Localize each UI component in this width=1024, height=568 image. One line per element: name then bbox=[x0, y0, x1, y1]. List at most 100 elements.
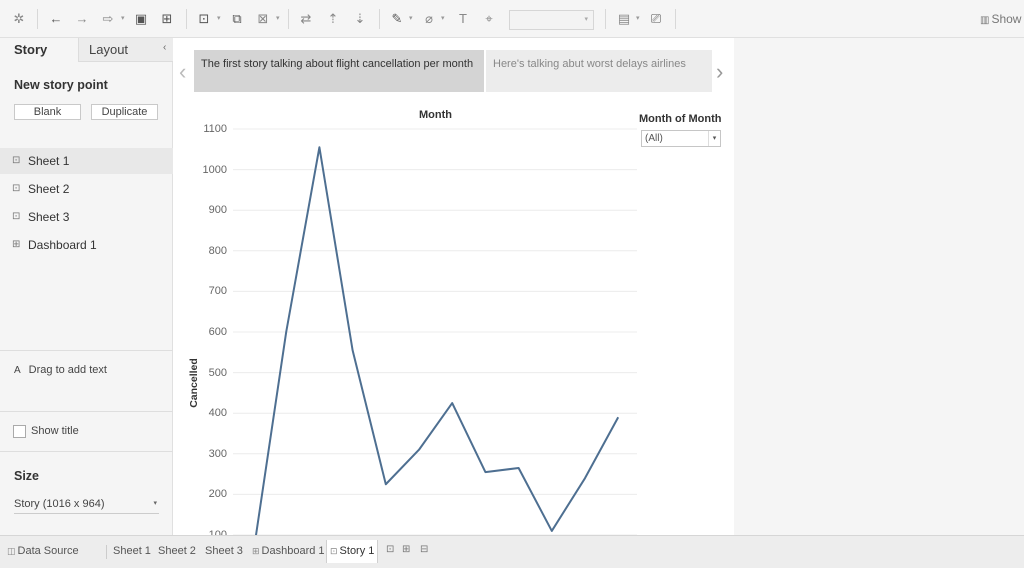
chevron-down-icon: ▾ bbox=[708, 131, 720, 146]
save-icon[interactable]: ▣ bbox=[133, 10, 149, 28]
sheet-item-label: Sheet 1 bbox=[28, 154, 70, 168]
filter-value: (All) bbox=[645, 133, 663, 144]
data-point[interactable] bbox=[316, 144, 322, 150]
data-point[interactable] bbox=[615, 414, 621, 420]
sort-ascending-icon[interactable]: ⇡ bbox=[325, 10, 341, 28]
blank-button[interactable]: Blank bbox=[14, 104, 81, 120]
data-point[interactable] bbox=[350, 347, 356, 353]
dashboard-icon: ⊞ bbox=[252, 546, 260, 556]
new-worksheet-icon[interactable]: ⊡ bbox=[196, 10, 212, 28]
text-object-icon: A bbox=[14, 365, 21, 376]
chevron-down-icon[interactable]: ▾ bbox=[276, 10, 280, 28]
sheet-item-label: Sheet 2 bbox=[28, 182, 70, 196]
clear-sheet-icon[interactable]: ⊠ bbox=[255, 10, 271, 28]
sheet-item-dashboard-1[interactable]: ⊞ Dashboard 1 bbox=[0, 232, 173, 258]
show-me-label: Show bbox=[991, 12, 1022, 26]
chevron-down-icon[interactable]: ▾ bbox=[636, 10, 640, 28]
presentation-mode-icon[interactable]: ⎚ bbox=[648, 10, 664, 28]
sheet-icon: ⊡ bbox=[12, 183, 21, 194]
undo-icon[interactable]: ← bbox=[48, 10, 64, 28]
data-point[interactable] bbox=[416, 447, 422, 453]
sheet-icon: ⊡ bbox=[12, 211, 21, 222]
toolbar-separator bbox=[675, 9, 676, 29]
month-filter-dropdown[interactable]: (All) ▾ bbox=[641, 130, 721, 147]
tab-label: Sheet 3 bbox=[205, 545, 243, 557]
tab-story-1[interactable]: ⊡ Story 1 bbox=[326, 540, 379, 563]
sheet-item-label: Sheet 3 bbox=[28, 210, 70, 224]
dashboard-icon: ⊞ bbox=[12, 239, 21, 250]
new-worksheet-icon[interactable]: ⊡ bbox=[386, 544, 394, 555]
replay-icon[interactable]: ⇨ bbox=[100, 10, 116, 28]
chevron-down-icon[interactable]: ▾ bbox=[217, 10, 221, 28]
toolbar-separator bbox=[288, 9, 289, 29]
tab-label: Dashboard 1 bbox=[261, 545, 325, 557]
tab-label: Story 1 bbox=[339, 545, 375, 557]
tab-label: Sheet 1 bbox=[113, 545, 151, 557]
fit-dropdown[interactable]: ▾ bbox=[509, 10, 594, 30]
drag-to-add-text[interactable]: A Drag to add text bbox=[14, 364, 107, 376]
toolbar-separator bbox=[379, 9, 380, 29]
collapse-panel-icon[interactable]: ‹ bbox=[163, 42, 166, 53]
new-story-point-heading: New story point bbox=[14, 78, 108, 92]
toolbar-separator bbox=[605, 9, 606, 29]
data-point[interactable] bbox=[516, 465, 522, 471]
chevron-down-icon: ▾ bbox=[153, 500, 157, 507]
tab-dashboard-1[interactable]: ⊞ Dashboard 1 bbox=[249, 540, 328, 563]
tab-layout[interactable]: Layout bbox=[78, 38, 173, 62]
new-story-icon[interactable]: ⊟ bbox=[420, 544, 428, 555]
toolbar-separator bbox=[37, 9, 38, 29]
chevron-down-icon: ▾ bbox=[584, 16, 588, 23]
show-title-checkbox[interactable] bbox=[13, 425, 26, 438]
size-heading: Size bbox=[14, 469, 40, 483]
duplicate-sheet-icon[interactable]: ⧉ bbox=[229, 10, 245, 28]
story-canvas: ‹ The first story talking about flight c… bbox=[173, 38, 734, 535]
tab-sheet-2[interactable]: Sheet 2 bbox=[155, 540, 199, 563]
sheet-item-label: Dashboard 1 bbox=[28, 238, 97, 252]
duplicate-button[interactable]: Duplicate bbox=[91, 104, 158, 120]
cancelled-series-line[interactable] bbox=[253, 146, 620, 535]
tab-sheet-1[interactable]: Sheet 1 bbox=[110, 540, 154, 563]
new-dashboard-icon[interactable]: ⊞ bbox=[402, 544, 410, 555]
tab-story[interactable]: Story bbox=[0, 38, 78, 62]
story-panel: Story Layout ‹ New story point Blank Dup… bbox=[0, 38, 173, 535]
redo-icon[interactable]: → bbox=[74, 10, 90, 28]
show-mark-labels-icon[interactable]: T bbox=[455, 10, 471, 28]
divider bbox=[0, 451, 173, 452]
chevron-down-icon[interactable]: ▾ bbox=[121, 10, 125, 28]
highlight-icon[interactable]: ✎ bbox=[389, 10, 405, 28]
toolbar-separator bbox=[186, 9, 187, 29]
show-cards-icon[interactable]: ▤ bbox=[616, 10, 632, 28]
divider bbox=[0, 411, 173, 412]
filter-title: Month of Month bbox=[639, 113, 722, 125]
size-dropdown[interactable]: Story (1016 x 964) ▾ bbox=[14, 496, 159, 514]
toolbar: ✲ ← → ⇨ ▾ ▣ ⊞ ⊡ ▾ ⧉ ⊠ ▾ ⇄ ⇡ ⇣ ✎ ▾ ⌀ ▾ T … bbox=[0, 0, 1024, 38]
tab-sheet-3[interactable]: Sheet 3 bbox=[202, 540, 246, 563]
sheet-item-3[interactable]: ⊡ Sheet 3 bbox=[0, 204, 173, 230]
sheet-item-1[interactable]: ⊡ Sheet 1 bbox=[0, 148, 173, 174]
add-data-source-icon[interactable]: ⊞ bbox=[159, 10, 175, 28]
sort-descending-icon[interactable]: ⇣ bbox=[352, 10, 368, 28]
chevron-down-icon[interactable]: ▾ bbox=[441, 10, 445, 28]
data-point[interactable] bbox=[449, 400, 455, 406]
tab-label: Data Source bbox=[17, 545, 79, 557]
sheet-item-2[interactable]: ⊡ Sheet 2 bbox=[0, 176, 173, 202]
data-point[interactable] bbox=[383, 481, 389, 487]
fix-axes-icon[interactable]: ⌖ bbox=[481, 10, 497, 28]
sheet-icon: ⊡ bbox=[12, 155, 21, 166]
data-point[interactable] bbox=[283, 329, 289, 335]
group-members-icon[interactable]: ⌀ bbox=[421, 10, 437, 28]
show-title-label: Show title bbox=[31, 425, 79, 437]
sheet-tab-bar: ◫ Data Source Sheet 1 Sheet 2 Sheet 3 ⊞ Da… bbox=[0, 535, 1024, 568]
tableau-logo-icon[interactable]: ✲ bbox=[11, 10, 27, 28]
tab-data-source[interactable]: ◫ Data Source bbox=[4, 540, 82, 563]
show-me-button[interactable]: ▥ Show bbox=[980, 10, 1021, 28]
tab-label: Sheet 2 bbox=[158, 545, 196, 557]
chevron-down-icon[interactable]: ▾ bbox=[409, 10, 413, 28]
divider bbox=[0, 350, 173, 351]
data-point[interactable] bbox=[549, 528, 555, 534]
data-point[interactable] bbox=[582, 475, 588, 481]
swap-rows-columns-icon[interactable]: ⇄ bbox=[298, 10, 314, 28]
data-point[interactable] bbox=[482, 469, 488, 475]
show-me-icon: ▥ bbox=[980, 15, 990, 26]
tab-separator bbox=[106, 545, 107, 559]
